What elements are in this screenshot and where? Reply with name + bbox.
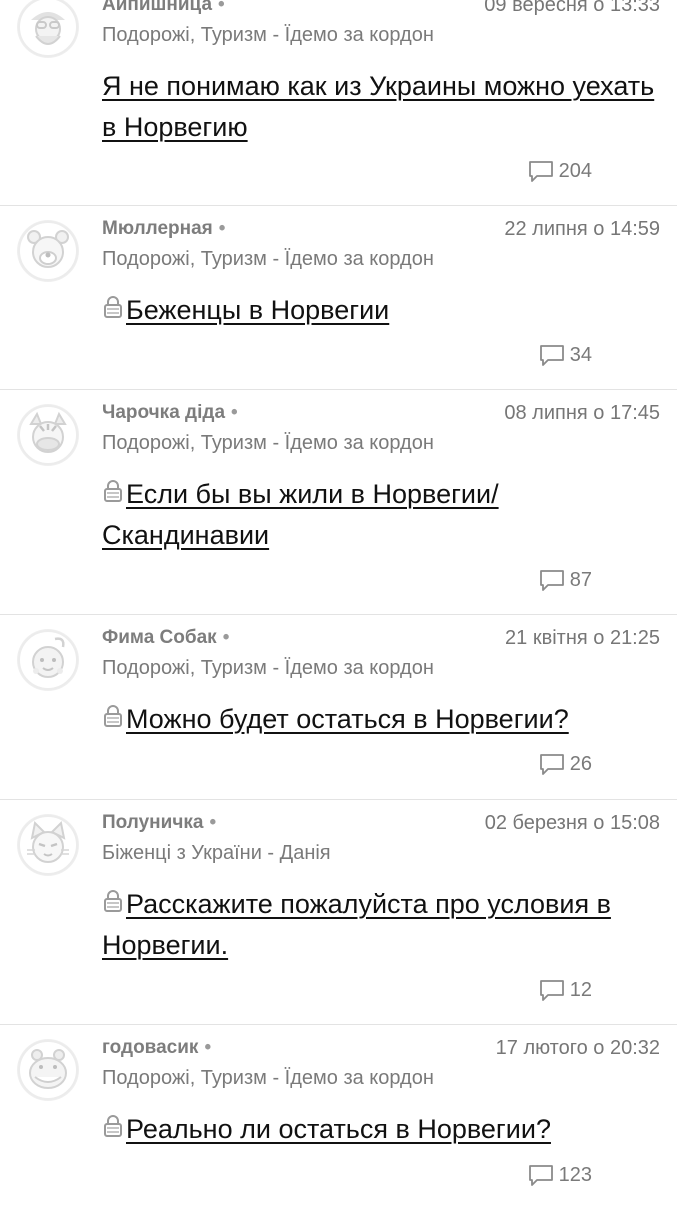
author-name[interactable]: Фима Собак • [102,627,229,649]
comment-icon [539,345,564,366]
author-label[interactable]: Фима Собак [102,627,217,648]
author-name[interactable]: Мюллерная • [102,218,225,240]
santa-avatar-icon[interactable] [17,0,79,58]
post-item[interactable]: Айпишница • 09 вересня о 13:33 Подорожі, … [0,0,677,206]
comment-icon [539,980,564,1001]
cat-avatar-icon[interactable] [17,814,79,876]
post-item[interactable]: Фима Собак • 21 квітня о 21:25 Подорожі, … [0,615,677,800]
post-date: 08 липня о 17:45 [504,402,660,424]
post-date: 21 квітня о 21:25 [505,627,660,649]
post-category[interactable]: Подорожі, Туризм - Їдемо за кордон [102,248,434,271]
lock-icon [102,1113,124,1139]
post-category[interactable]: Біженці з України - Данія [102,842,331,865]
post-title-text[interactable]: Можно будет остаться в Норвегии? [126,704,569,734]
post-date: 09 вересня о 13:33 [484,0,660,16]
post-category[interactable]: Подорожі, Туризм - Їдемо за кордон [102,432,434,455]
post-title-link[interactable]: Если бы вы жили в Норвегии/ Скандинавии [102,474,659,556]
comments-count[interactable]: 34 [538,342,592,368]
post-title-text[interactable]: Беженцы в Норвегии [126,295,389,325]
post-item[interactable]: годовасик • 17 лютого о 20:32 Подорожі, Т… [0,1025,677,1215]
author-name[interactable]: годовасик • [102,1037,211,1059]
author-name[interactable]: Айпишница • [102,0,225,16]
comments-count[interactable]: 26 [538,751,592,777]
post-meta: Полуничка • 02 березня о 15:08 [102,812,660,838]
lock-icon [102,888,124,914]
bear-avatar-icon[interactable] [17,220,79,282]
author-label[interactable]: Айпишница [102,0,212,15]
comments-number: 204 [558,159,592,182]
post-title-link[interactable]: Расскажите пожалуйста про условия в Норв… [102,884,659,966]
post-date: 02 березня о 15:08 [484,812,660,834]
post-item[interactable]: Чарочка діда • 08 липня о 17:45 Подорожі,… [0,390,677,615]
author-label[interactable]: годовасик [102,1037,198,1058]
post-item[interactable]: Мюллерная • 22 липня о 14:59 Подорожі, Ту… [0,206,677,390]
author-name[interactable]: Полуничка • [102,812,216,834]
author-label[interactable]: Мюллерная [102,218,213,239]
post-meta: Чарочка діда • 08 липня о 17:45 [102,402,660,428]
comments-number: 12 [569,978,592,1001]
lock-icon [102,294,124,320]
post-category[interactable]: Подорожі, Туризм - Їдемо за кордон [102,657,434,680]
post-date: 22 липня о 14:59 [504,218,660,240]
comment-icon [528,1165,553,1186]
post-title-text[interactable]: Реально ли остаться в Норвегии? [126,1114,551,1144]
post-title-link[interactable]: Можно будет остаться в Норвегии? [102,699,659,740]
author-label[interactable]: Чарочка діда [102,402,225,423]
tiger-avatar-icon[interactable] [17,404,79,466]
post-title-text[interactable]: Я не понимаю как из Украины можно уехать… [102,71,654,142]
post-title-text[interactable]: Расскажите пожалуйста про условия в Норв… [102,889,611,960]
post-meta: Фима Собак • 21 квітня о 21:25 [102,627,660,653]
post-title-link[interactable]: Беженцы в Норвегии [102,290,659,331]
author-label[interactable]: Полуничка [102,812,203,833]
post-meta: Айпишница • 09 вересня о 13:33 [102,0,660,20]
post-title-link[interactable]: Реально ли остаться в Норвегии? [102,1109,659,1150]
comments-number: 34 [569,343,592,366]
comment-icon [528,161,553,182]
hippo-avatar-icon[interactable] [17,1039,79,1101]
lock-icon [102,703,124,729]
author-name[interactable]: Чарочка діда • [102,402,238,424]
post-date: 17 лютого о 20:32 [495,1037,660,1059]
comments-count[interactable]: 123 [527,1162,592,1188]
post-title-text[interactable]: Если бы вы жили в Норвегии/ Скандинавии [102,479,499,550]
post-meta: годовасик • 17 лютого о 20:32 [102,1037,660,1063]
post-feed: Айпишница • 09 вересня о 13:33 Подорожі, … [0,0,677,1215]
lock-icon [102,478,124,504]
post-category[interactable]: Подорожі, Туризм - Їдемо за кордон [102,1067,434,1090]
comments-count[interactable]: 12 [538,977,592,1003]
post-category[interactable]: Подорожі, Туризм - Їдемо за кордон [102,24,434,47]
comments-number: 87 [569,568,592,591]
post-title-link[interactable]: Я не понимаю как из Украины можно уехать… [102,66,659,148]
baby-avatar-icon[interactable] [17,629,79,691]
comments-number: 123 [558,1163,592,1186]
post-item[interactable]: Полуничка • 02 березня о 15:08 Біженці з … [0,800,677,1025]
comment-icon [539,754,564,775]
comment-icon [539,570,564,591]
comments-count[interactable]: 204 [527,158,592,184]
comments-number: 26 [569,752,592,775]
post-meta: Мюллерная • 22 липня о 14:59 [102,218,660,244]
comments-count[interactable]: 87 [538,567,592,593]
